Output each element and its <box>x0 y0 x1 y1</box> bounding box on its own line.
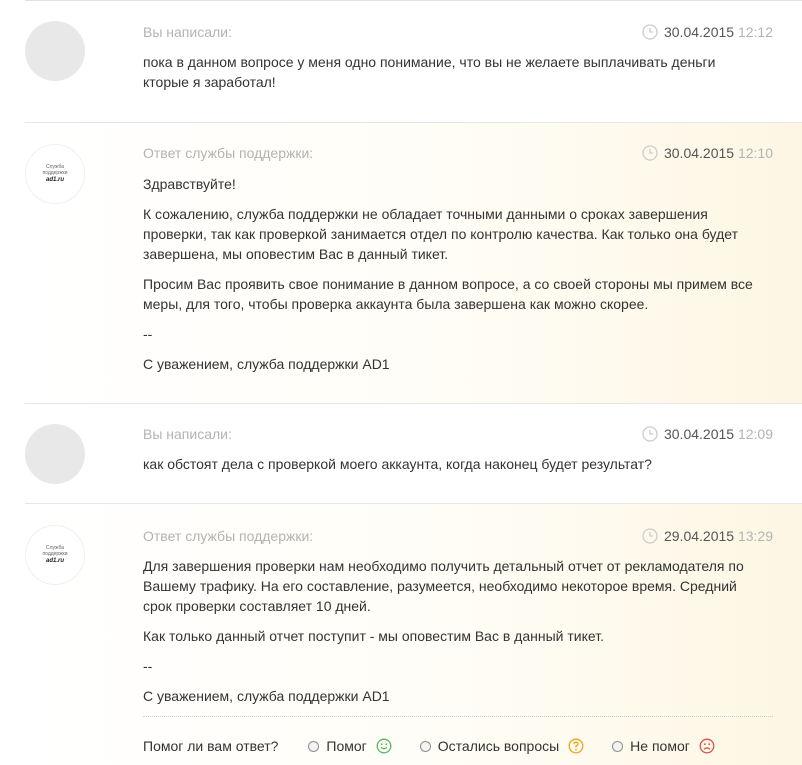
avatar <box>25 21 85 81</box>
sad-icon <box>699 738 715 754</box>
question-icon <box>568 738 584 754</box>
message-text: К сожалению, служба поддержки не обладае… <box>143 206 738 262</box>
message-author: Вы написали: <box>143 426 232 442</box>
message-timestamp: 30.04.2015 12:10 <box>642 143 773 163</box>
message-text: Для завершения проверки нам необходимо п… <box>143 558 744 614</box>
feedback-bar: Помог ли вам ответ? Помог Остались вопро… <box>143 736 743 756</box>
message-time: 13:29 <box>737 528 773 544</box>
message-header: Вы написали: 30.04.2015 12:09 <box>143 424 773 444</box>
message-header: Ответ службы поддержки: 30.04.2015 12:10 <box>143 143 773 163</box>
message-body: Для завершения проверки нам необходимо п… <box>143 556 773 716</box>
ticket-thread: Вы написали: 30.04.2015 12:12 пока в дан… <box>0 0 802 765</box>
message-date: 29.04.2015 <box>663 528 735 544</box>
message-user: Вы написали: 30.04.2015 12:09 как обстоя… <box>25 404 802 503</box>
message-date: 30.04.2015 <box>663 426 735 442</box>
message-header: Ответ службы поддержки: 29.04.2015 13:29 <box>143 526 773 546</box>
signature-separator: -- <box>143 326 153 342</box>
option-label: Остались вопросы <box>437 738 560 754</box>
option-label: Помог <box>326 738 367 754</box>
message-body: Здравствуйте! К сожалению, служба поддер… <box>143 174 773 384</box>
signature-separator: -- <box>143 658 153 674</box>
message-timestamp: 29.04.2015 13:29 <box>642 526 773 546</box>
divider <box>143 716 773 717</box>
message-time: 12:12 <box>737 24 773 40</box>
support-logo: Служба поддержки ad1.ru <box>25 525 85 585</box>
message-text: Здравствуйте! <box>143 176 236 192</box>
logo-brand: ad1.ru <box>45 558 64 564</box>
message-author: Вы написали: <box>143 24 232 40</box>
radio-button[interactable] <box>612 740 624 752</box>
clock-icon <box>642 24 658 40</box>
message-time: 12:10 <box>737 145 773 161</box>
message-text: Просим Вас проявить свое понимание в дан… <box>143 276 753 312</box>
message-support: Служба поддержки ad1.ru Ответ службы под… <box>25 122 802 404</box>
feedback-option-helped[interactable]: Помог <box>308 736 392 756</box>
message-body: как обстоят дела с проверкой моего аккау… <box>143 454 773 484</box>
feedback-option-questions[interactable]: Остались вопросы <box>419 736 584 756</box>
message-body: пока в данном вопросе у меня одно понима… <box>143 52 773 102</box>
message-text: пока в данном вопросе у меня одно понима… <box>143 54 716 90</box>
signature: С уважением, служба поддержки AD1 <box>143 356 390 372</box>
signature: С уважением, служба поддержки AD1 <box>143 688 390 704</box>
radio-button[interactable] <box>419 740 431 752</box>
message-time: 12:09 <box>737 426 773 442</box>
support-logo: Служба поддержки ad1.ru <box>25 144 85 204</box>
message-author: Ответ службы поддержки: <box>143 145 314 161</box>
clock-icon <box>642 426 658 442</box>
message-timestamp: 30.04.2015 12:12 <box>642 22 773 42</box>
message-timestamp: 30.04.2015 12:09 <box>642 424 773 444</box>
feedback-option-not-helped[interactable]: Не помог <box>612 736 715 756</box>
feedback-question: Помог ли вам ответ? <box>143 738 279 754</box>
message-header: Вы написали: 30.04.2015 12:12 <box>143 22 773 42</box>
avatar <box>25 424 85 484</box>
message-date: 30.04.2015 <box>663 24 735 40</box>
message-text: Как только данный отчет поступит - мы оп… <box>143 628 604 644</box>
message-author: Ответ службы поддержки: <box>143 528 314 544</box>
clock-icon <box>642 528 658 544</box>
logo-brand: ad1.ru <box>45 177 64 183</box>
message-date: 30.04.2015 <box>663 145 735 161</box>
option-label: Не помог <box>630 738 690 754</box>
message-user: Вы написали: 30.04.2015 12:12 пока в дан… <box>25 1 802 122</box>
message-support: Служба поддержки ad1.ru Ответ службы под… <box>25 503 802 765</box>
clock-icon <box>642 145 658 161</box>
radio-button[interactable] <box>308 740 320 752</box>
message-text: как обстоят дела с проверкой моего аккау… <box>143 456 652 472</box>
smile-icon <box>376 738 392 754</box>
